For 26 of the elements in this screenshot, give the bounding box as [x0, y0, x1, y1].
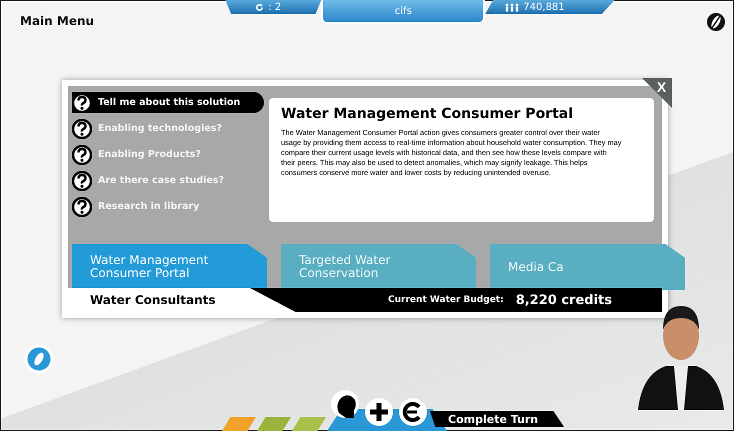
budget-value: 8,220 credits — [516, 292, 612, 308]
question-icon — [72, 170, 92, 190]
population-counter: 740,881 — [485, 0, 615, 14]
question-item[interactable]: Are there case studies? — [72, 170, 264, 191]
solution-tab[interactable]: Water Management Consumer Portal — [72, 244, 267, 290]
question-icon — [72, 118, 92, 138]
question-item[interactable]: Tell me about this solution — [72, 92, 264, 113]
team-name: Water Consultants — [68, 288, 296, 312]
plus-icon[interactable] — [364, 397, 394, 427]
city-title: cifs — [321, 0, 486, 24]
info-title: Water Management Consumer Portal — [281, 106, 574, 122]
question-item[interactable]: Research in library — [72, 196, 264, 217]
question-icon — [72, 144, 92, 164]
question-icon — [72, 196, 92, 216]
refresh-icon — [255, 2, 264, 12]
question-item[interactable]: Enabling technologies? — [72, 118, 264, 139]
people-icon — [505, 2, 520, 12]
main-menu-link[interactable]: Main Menu — [20, 14, 94, 28]
cycle-icon[interactable] — [398, 397, 428, 427]
solution-tab[interactable]: Targeted Water Conservation — [281, 244, 476, 290]
turn-counter: : 2 — [225, 0, 322, 14]
budget-label: Current Water Budget: — [388, 295, 504, 305]
solution-tab[interactable]: Media Ca — [490, 244, 685, 290]
question-icon — [72, 92, 92, 112]
question-item[interactable]: Enabling Products? — [72, 144, 264, 165]
complete-turn-button[interactable]: Complete Turn — [430, 411, 564, 427]
